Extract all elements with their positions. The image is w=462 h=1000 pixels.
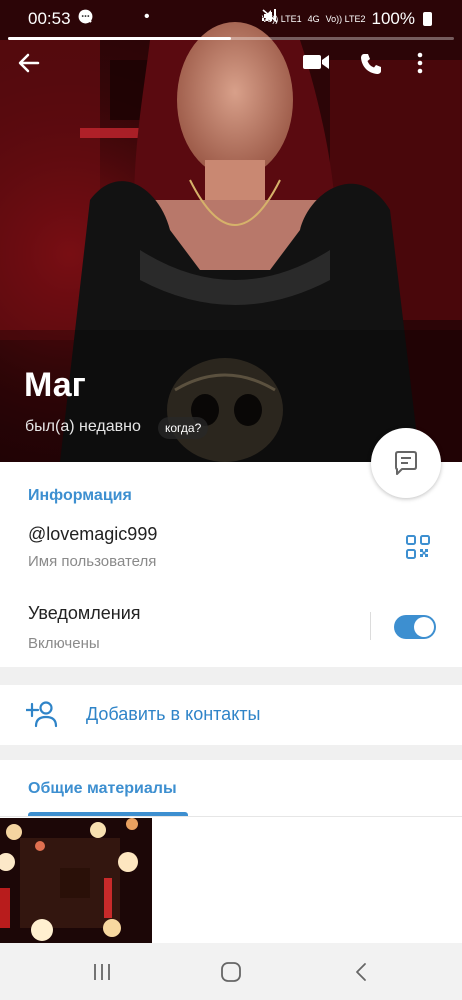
media-thumbnail[interactable] [0,818,152,943]
phone-icon [361,54,381,74]
system-nav-bar [0,943,462,1000]
when-button[interactable]: когда? [158,417,209,439]
row-divider [370,612,371,640]
info-section-title: Информация [28,487,132,504]
chevron-left-icon [356,963,366,981]
recents-icon [94,964,110,980]
tab-divider [0,816,462,817]
battery-icon [423,12,432,26]
more-notifications-dot: • [144,8,150,25]
username-caption: Имя пользователя [28,553,157,570]
arrow-left-icon [18,53,40,73]
call-button[interactable] [359,52,391,84]
back-button[interactable] [18,52,50,84]
profile-name: Маг [24,366,86,404]
add-user-icon [24,700,58,733]
notifications-toggle[interactable] [394,615,436,639]
home-icon [221,962,241,982]
home-button[interactable] [216,959,246,985]
story-progress-fill [8,37,231,40]
notifications-state: Включены [28,635,100,652]
video-camera-icon [303,55,329,69]
qr-code-button[interactable] [406,535,430,564]
add-contact-label: Добавить в контакты [86,704,261,724]
status-time: 00:53 [28,9,71,28]
signal-icon-2 [261,9,276,21]
send-message-button[interactable] [371,428,441,498]
back-nav-button[interactable] [346,959,376,985]
status-bar: 00:53 • Vo)) LTE1 4G Vo)) LTE2 100% [0,0,462,36]
more-vertical-icon [417,52,423,74]
status-right: Vo)) LTE1 4G Vo)) LTE2 100% [261,9,432,29]
toggle-knob [414,617,434,637]
last-seen-status: был(а) недавно [25,418,141,435]
qr-code-icon [406,535,430,559]
more-menu-button[interactable] [416,52,448,84]
tab-shared-media[interactable]: Общие материалы [28,780,177,798]
add-contact-row[interactable]: Добавить в контакты [0,685,462,745]
battery-percent: 100% [371,9,415,28]
story-progress-track [8,37,454,40]
profile-screen: 00:53 • Vo)) LTE1 4G Vo)) LTE2 100% Маг … [0,0,462,1000]
username-value: @lovemagic999 [28,524,158,544]
sim2-label: Vo)) LTE2 [325,14,366,24]
notifications-label: Уведомления [28,603,141,623]
shared-media-section: Общие материалы [0,760,462,943]
message-icon [79,9,92,23]
media-thumbnail-image [0,818,152,943]
video-call-button[interactable] [302,52,334,84]
network-type: 4G [307,14,320,24]
message-icon [395,451,417,475]
profile-photo[interactable]: 00:53 • Vo)) LTE1 4G Vo)) LTE2 100% Маг … [0,0,462,462]
recents-button[interactable] [87,959,117,985]
